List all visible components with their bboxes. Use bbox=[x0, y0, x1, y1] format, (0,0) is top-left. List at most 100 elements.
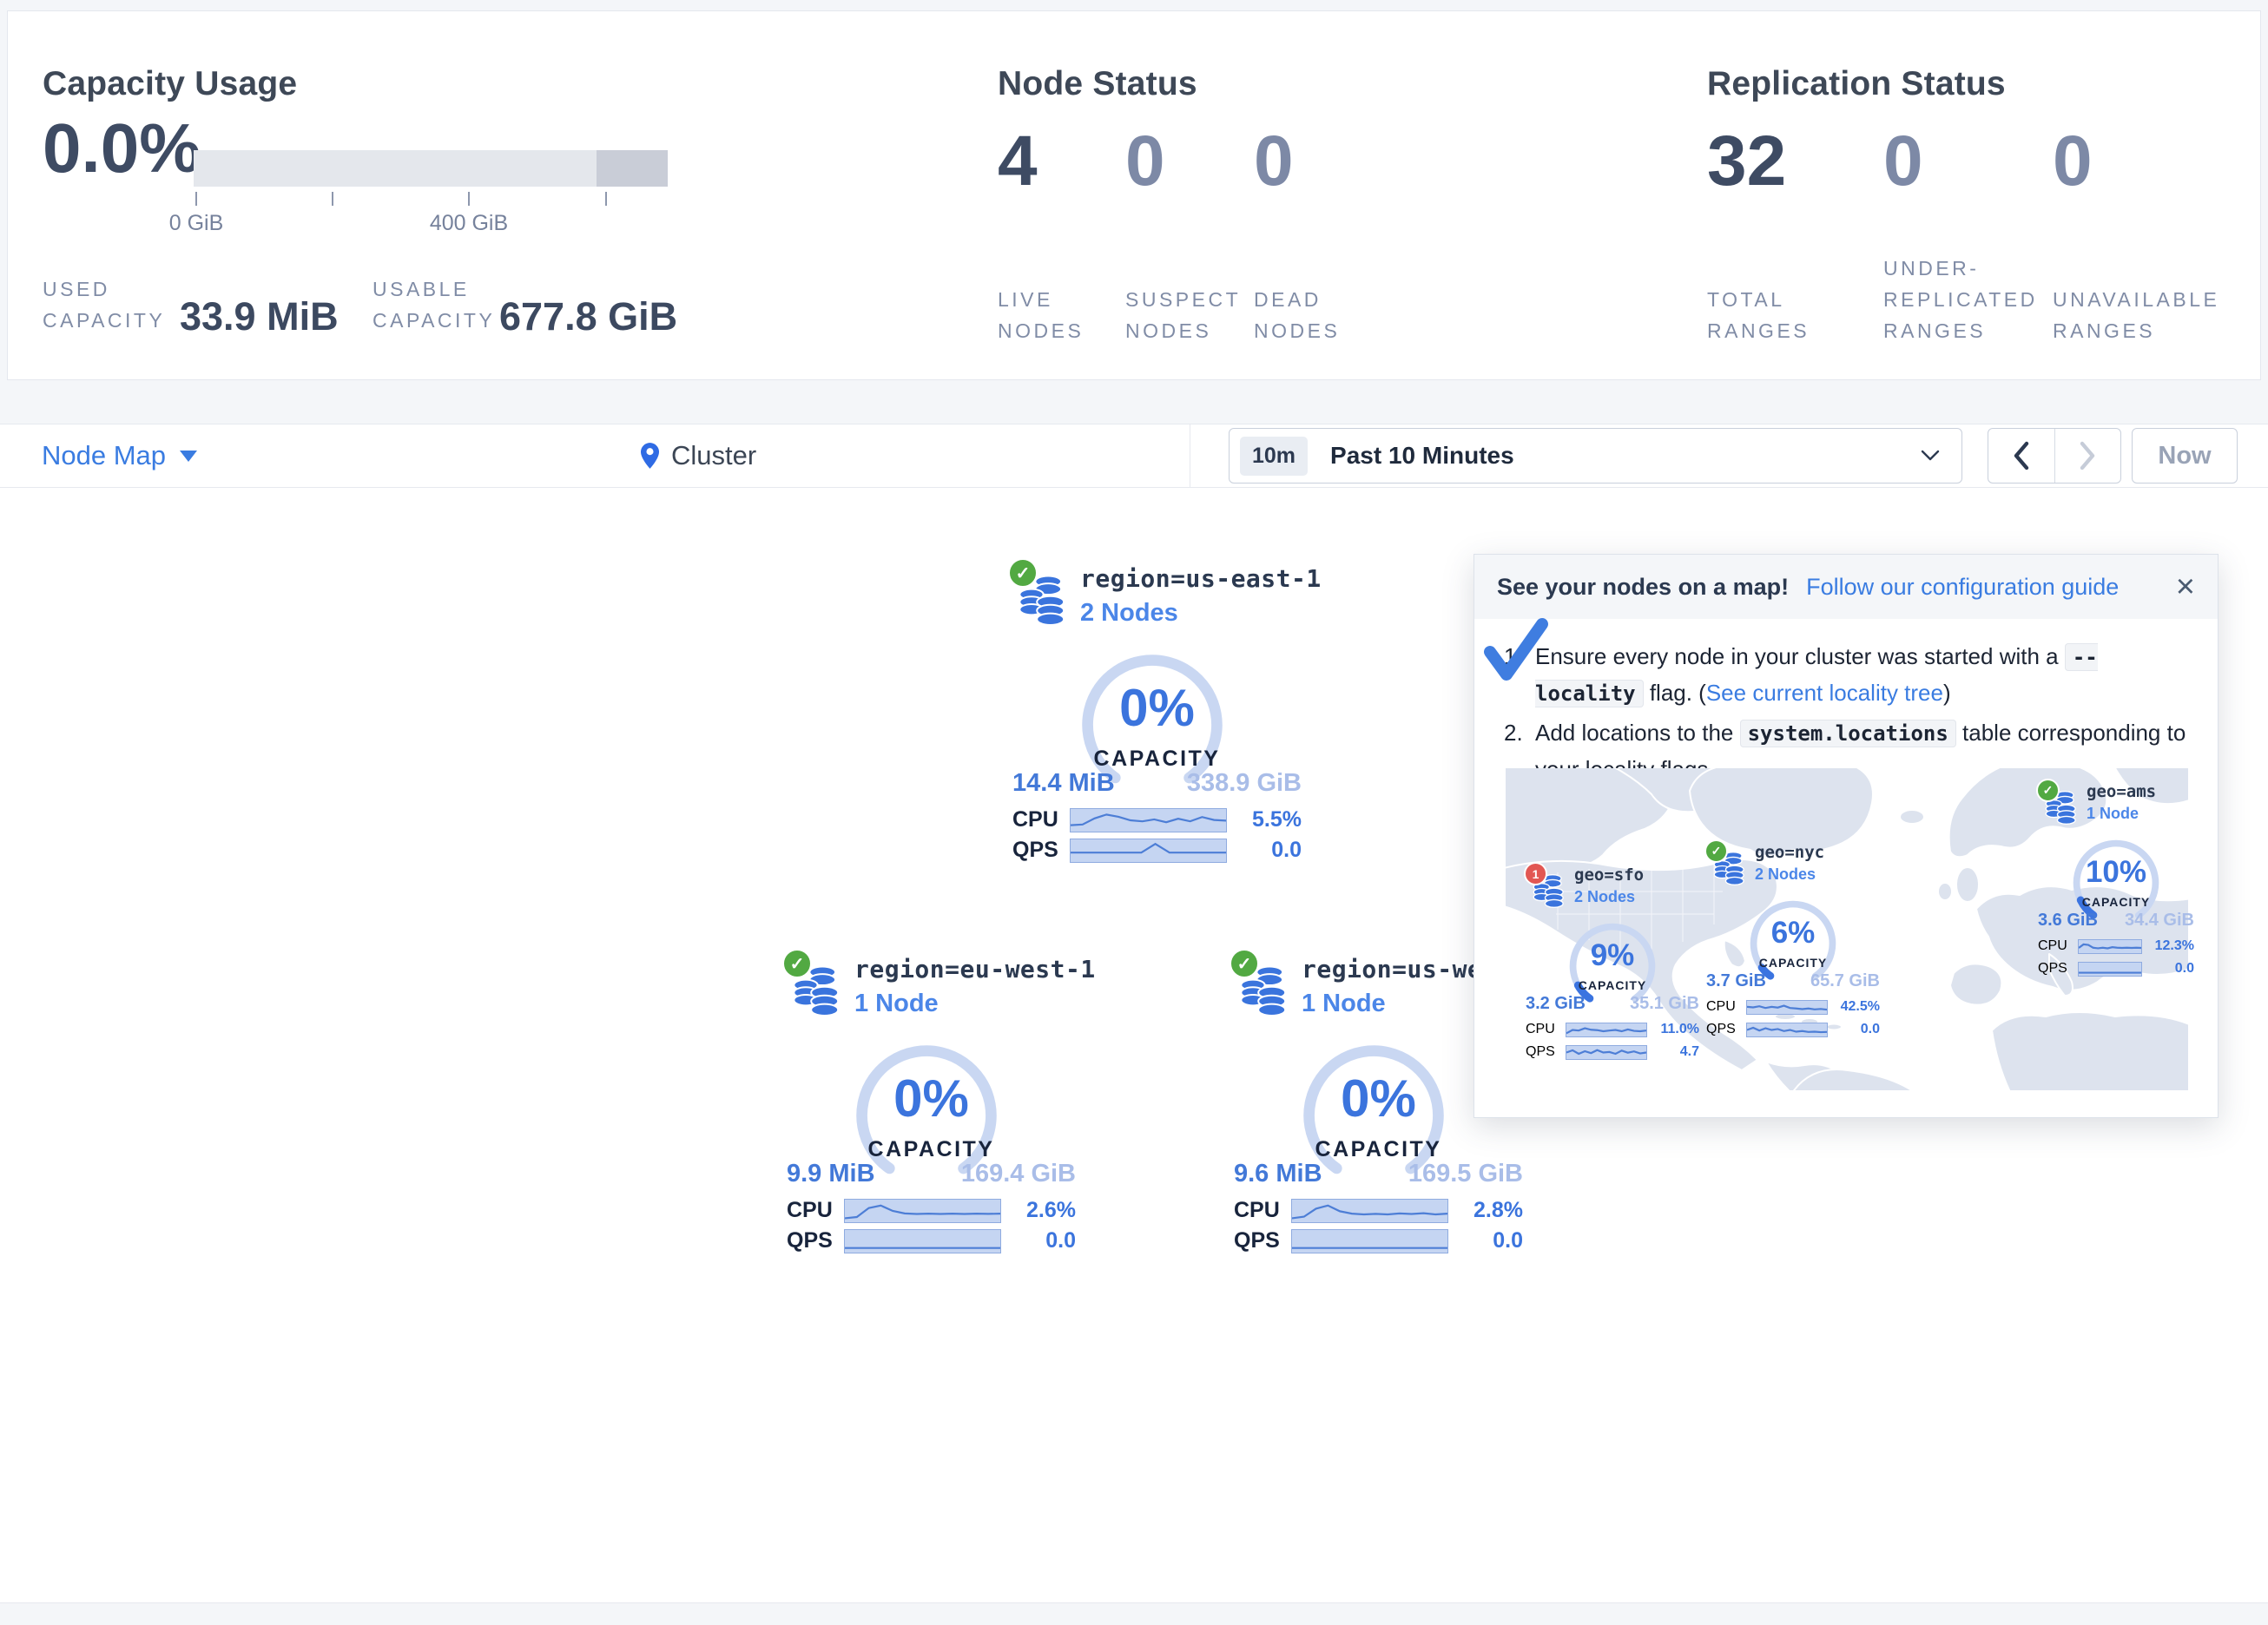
qps-label: QPS bbox=[787, 1228, 844, 1253]
cpu-value: 2.6% bbox=[1001, 1198, 1076, 1223]
capacity-gauge-percent: 0% bbox=[1007, 682, 1307, 734]
total-value: 34.4 GiB bbox=[2125, 911, 2194, 931]
locality-node-count-link[interactable]: 1 Node bbox=[2087, 805, 2139, 823]
popup-body: 1. Ensure every node in your cluster was… bbox=[1474, 619, 2218, 787]
qps-sparkline bbox=[1291, 1229, 1448, 1253]
total-ranges-count: 32 bbox=[1707, 126, 1786, 197]
capacity-gauge-label: CAPACITY bbox=[1007, 747, 1307, 772]
qps-label: QPS bbox=[2038, 961, 2078, 977]
capacity-gauge-percent: 10% bbox=[2038, 857, 2194, 887]
dead-nodes-count: 0 bbox=[1254, 126, 1294, 197]
cpu-sparkline bbox=[844, 1199, 1001, 1223]
popup-header: See your nodes on a map! Follow our conf… bbox=[1474, 555, 2218, 619]
used-value: 3.7 GiB bbox=[1706, 971, 1766, 991]
configuration-guide-link[interactable]: Follow our configuration guide bbox=[1806, 574, 2119, 601]
used-value: 3.6 GiB bbox=[2038, 911, 2098, 931]
locality-node-count-link[interactable]: 1 Node bbox=[854, 990, 939, 1018]
replication-status-title: Replication Status bbox=[1707, 65, 2006, 103]
total-value: 65.7 GiB bbox=[1810, 971, 1880, 991]
cpu-label: CPU bbox=[1706, 999, 1746, 1015]
total-value: 338.9 GiB bbox=[1187, 769, 1302, 798]
cpu-value: 42.5% bbox=[1828, 999, 1880, 1015]
time-range-label: Past 10 Minutes bbox=[1330, 442, 1514, 470]
bottom-strip bbox=[0, 1602, 2268, 1625]
qps-sparkline bbox=[844, 1229, 1001, 1253]
view-selector-label: Node Map bbox=[42, 440, 166, 471]
qps-sparkline bbox=[1746, 1023, 1828, 1037]
now-button[interactable]: Now bbox=[2132, 428, 2238, 484]
locality-node-count-link[interactable]: 2 Nodes bbox=[1755, 865, 1816, 884]
locality-node-count-link[interactable]: 1 Node bbox=[1302, 990, 1386, 1018]
qps-value: 0.0 bbox=[1448, 1228, 1523, 1253]
cpu-value: 5.5% bbox=[1227, 807, 1302, 832]
status-ok-icon: ✓ bbox=[2036, 779, 2060, 802]
node-status-title: Node Status bbox=[998, 65, 1197, 103]
nodes-on-map-popup: See your nodes on a map! Follow our conf… bbox=[1474, 554, 2219, 1118]
under-replicated-label: UNDER-REPLICATED RANGES bbox=[1883, 253, 2035, 346]
time-prev-button[interactable] bbox=[1988, 429, 2054, 483]
capacity-gauge-label: CAPACITY bbox=[781, 1137, 1081, 1162]
chevron-right-icon bbox=[2078, 441, 2097, 470]
map-toolbar: Node Map Cluster 10m Past 10 Minutes Now bbox=[0, 424, 2268, 488]
locality-tree-link[interactable]: See current locality tree bbox=[1706, 680, 1943, 706]
capacity-gauge-label: CAPACITY bbox=[1526, 978, 1699, 992]
live-nodes-count: 4 bbox=[998, 126, 1038, 197]
qps-value: 4.7 bbox=[1647, 1044, 1699, 1060]
usable-capacity-value: 677.8 GiB bbox=[499, 294, 677, 339]
cluster-overview-screen: Capacity Usage 0.0% 0 GiB 400 GiB USED C… bbox=[0, 0, 2268, 1625]
locality-title: geo=nyc bbox=[1755, 843, 1824, 862]
used-value: 3.2 GiB bbox=[1526, 994, 1586, 1014]
cpu-label: CPU bbox=[1012, 807, 1070, 832]
capacity-tick-label-400: 400 GiB bbox=[399, 211, 538, 236]
total-value: 35.1 GiB bbox=[1630, 994, 1699, 1014]
capacity-gauge-label: CAPACITY bbox=[2038, 895, 2194, 909]
capacity-tick bbox=[468, 192, 470, 206]
status-ok-icon: ✓ bbox=[1229, 948, 1260, 979]
qps-sparkline bbox=[1070, 839, 1227, 863]
capacity-gauge-label: CAPACITY bbox=[1706, 956, 1880, 970]
time-next-button[interactable] bbox=[2054, 429, 2121, 483]
view-selector-dropdown[interactable]: Node Map bbox=[42, 424, 197, 487]
cpu-value: 11.0% bbox=[1647, 1022, 1699, 1037]
cpu-label: CPU bbox=[2038, 938, 2078, 954]
suspect-nodes-count: 0 bbox=[1125, 126, 1165, 197]
unavailable-label: UNAVAILABLE RANGES bbox=[2053, 284, 2226, 346]
used-capacity-label: USED CAPACITY bbox=[43, 273, 190, 336]
qps-value: 0.0 bbox=[1828, 1022, 1880, 1037]
capacity-gauge-percent: 0% bbox=[781, 1073, 1081, 1125]
qps-value: 0.0 bbox=[1227, 838, 1302, 863]
breadcrumb[interactable]: Cluster bbox=[641, 424, 756, 487]
capacity-bar bbox=[194, 150, 668, 187]
cpu-sparkline bbox=[1291, 1199, 1448, 1223]
cpu-sparkline bbox=[1566, 1023, 1647, 1037]
time-range-badge: 10m bbox=[1240, 437, 1308, 476]
capacity-tick bbox=[605, 192, 607, 206]
capacity-bar-other-segment bbox=[597, 150, 668, 187]
qps-label: QPS bbox=[1706, 1022, 1746, 1037]
live-nodes-label: LIVE NODES bbox=[998, 284, 1102, 346]
cpu-value: 2.8% bbox=[1448, 1198, 1523, 1223]
node-map-canvas: ✓ region=us-east-1 2 Nodes 0% CAPACITY 1… bbox=[0, 488, 2268, 1602]
chevron-down-icon bbox=[1920, 449, 1941, 463]
total-ranges-label: TOTAL RANGES bbox=[1707, 284, 1820, 346]
code-chip: system.locations bbox=[1740, 720, 1956, 747]
cpu-label: CPU bbox=[1234, 1198, 1291, 1223]
capacity-tick-label-0: 0 GiB bbox=[127, 211, 266, 236]
chevron-left-icon bbox=[2012, 441, 2031, 470]
close-icon[interactable]: × bbox=[2176, 570, 2195, 603]
capacity-tick bbox=[195, 192, 197, 206]
cpu-sparkline bbox=[1746, 1000, 1828, 1015]
breadcrumb-label: Cluster bbox=[671, 440, 756, 471]
capacity-gauge-percent: 6% bbox=[1706, 918, 1880, 948]
time-range-select[interactable]: 10m Past 10 Minutes bbox=[1229, 428, 1962, 484]
cpu-value: 12.3% bbox=[2142, 938, 2194, 954]
capacity-tick bbox=[332, 192, 333, 206]
qps-sparkline bbox=[1566, 1045, 1647, 1060]
status-ok-icon: ✓ bbox=[781, 948, 813, 979]
locality-title: region=us-east-1 bbox=[1080, 564, 1322, 593]
locality-node-count-link[interactable]: 2 Nodes bbox=[1574, 888, 1635, 906]
capacity-usage-title: Capacity Usage bbox=[43, 65, 297, 103]
check-icon bbox=[1480, 614, 1553, 687]
used-value: 9.9 MiB bbox=[787, 1160, 875, 1188]
locality-node-count-link[interactable]: 2 Nodes bbox=[1080, 599, 1178, 628]
